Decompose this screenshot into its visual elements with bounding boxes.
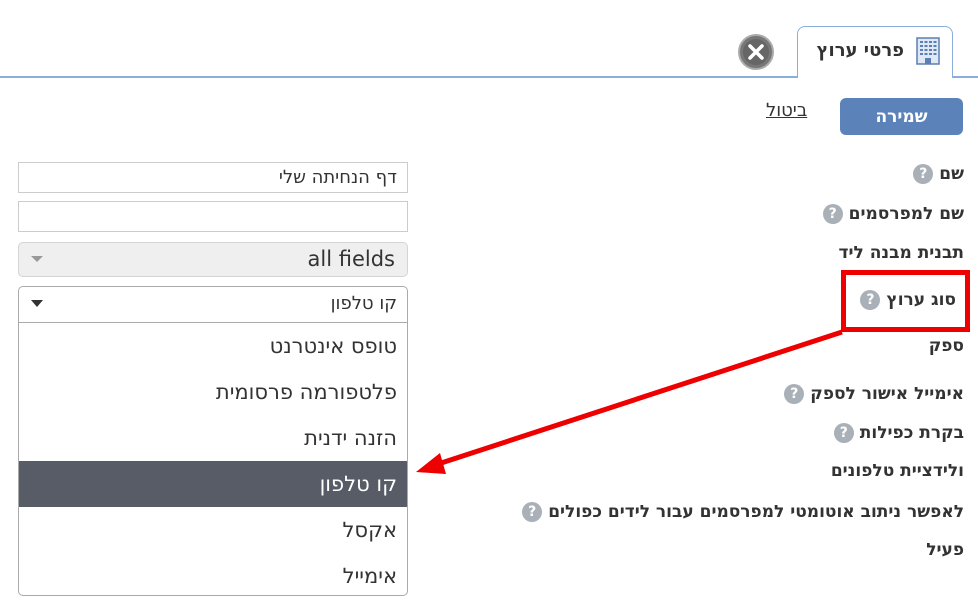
dropdown-option[interactable]: אקסל bbox=[19, 507, 407, 553]
annotation-arrow-head bbox=[416, 453, 446, 474]
channel-type-value: קו טלפון bbox=[330, 293, 397, 314]
dropdown-option-selected[interactable]: קו טלפון bbox=[19, 461, 407, 507]
name-input[interactable]: דף הנחיתה שלי bbox=[18, 162, 408, 193]
tab-channel-details[interactable]: פרטי ערוץ bbox=[797, 26, 953, 78]
field-label-phone-validation: ולידציית טלפונים bbox=[830, 461, 964, 481]
help-icon[interactable]: ? bbox=[784, 384, 805, 404]
lead-template-value: all fields bbox=[307, 247, 395, 271]
field-label-name: שם ? bbox=[913, 164, 964, 184]
advertiser-name-input[interactable] bbox=[18, 201, 408, 232]
help-icon[interactable]: ? bbox=[833, 423, 854, 443]
close-circle-icon[interactable] bbox=[737, 33, 775, 71]
help-icon[interactable]: ? bbox=[522, 502, 543, 522]
field-label-auto-routing-duplicates: לאפשר ניתוב אוטומטי למפרסמים עבור לידים … bbox=[522, 502, 964, 522]
dropdown-option[interactable]: פלטפורמה פרסומית bbox=[19, 369, 407, 415]
field-label-lead-template: תבנית מבנה ליד bbox=[838, 243, 964, 263]
dropdown-option[interactable]: הזנה ידנית bbox=[19, 415, 407, 461]
field-label-supplier-confirmation-email: אימייל אישור לספק ? bbox=[784, 384, 964, 404]
tab-label: פרטי ערוץ bbox=[816, 40, 904, 61]
annotation-highlight-box bbox=[841, 270, 970, 332]
lead-template-select[interactable]: all fields bbox=[18, 242, 408, 277]
cancel-link[interactable]: ביטול bbox=[766, 100, 807, 121]
dropdown-option[interactable]: אימייל bbox=[19, 553, 407, 595]
help-icon[interactable]: ? bbox=[913, 164, 934, 184]
annotation-arrow-line bbox=[431, 329, 843, 469]
field-label-duplicate-control: בקרת כפילות ? bbox=[833, 423, 964, 443]
channel-type-select[interactable]: קו טלפון bbox=[19, 287, 407, 323]
field-label-supplier: ספק bbox=[928, 336, 964, 356]
field-label-active: פעיל bbox=[926, 540, 964, 560]
channel-type-dropdown[interactable]: קו טלפון טופס אינטרנט פלטפורמה פרסומית ה… bbox=[18, 286, 408, 596]
field-label-advertiser-name: שם למפרסמים ? bbox=[822, 204, 964, 224]
dropdown-option[interactable]: טופס אינטרנט bbox=[19, 323, 407, 369]
chevron-down-icon bbox=[31, 256, 43, 262]
save-button[interactable]: שמירה bbox=[840, 98, 963, 135]
chevron-down-icon bbox=[31, 300, 43, 307]
building-icon bbox=[916, 37, 940, 65]
help-icon[interactable]: ? bbox=[822, 204, 843, 224]
